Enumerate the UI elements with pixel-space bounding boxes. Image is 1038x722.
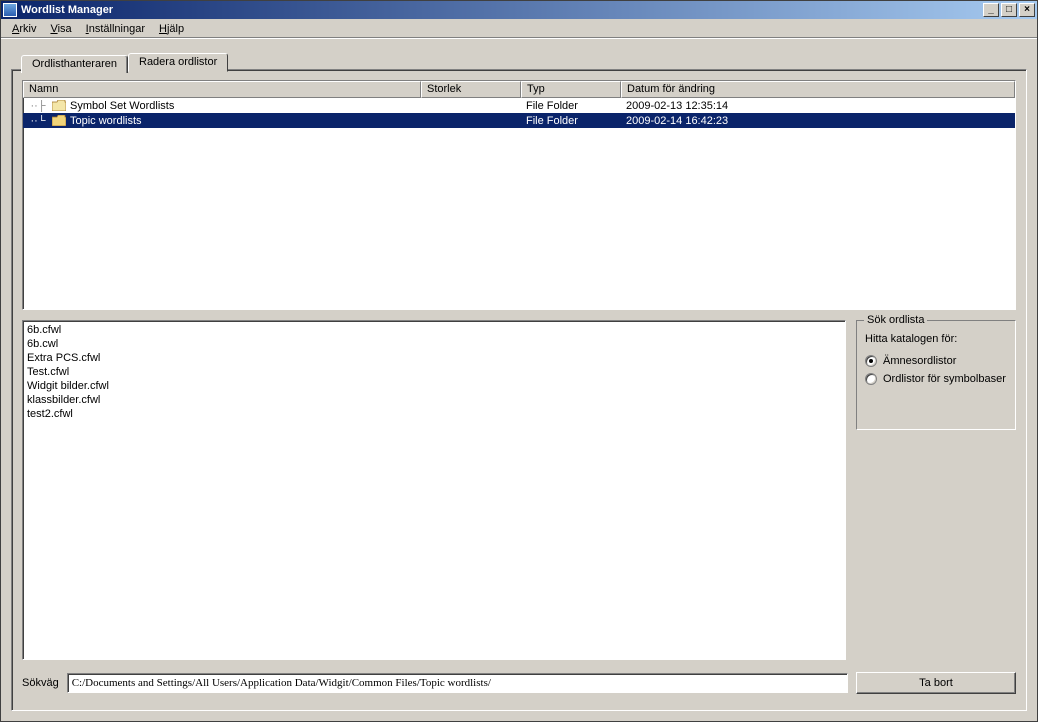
radio-label-1: Ämnesordlistor [883, 355, 956, 367]
maximize-button[interactable]: □ [1001, 3, 1017, 17]
menu-hjalp[interactable]: Hjälp [152, 21, 191, 37]
col-size[interactable]: Storlek [421, 81, 521, 98]
menu-arkiv[interactable]: Arkiv [5, 21, 43, 37]
bottom-row: Sökväg Ta bort [22, 672, 1016, 694]
folder-listview[interactable]: Namn Storlek Typ Datum för ändring ··├ Sy… [22, 80, 1016, 310]
folder-date: 2009-02-14 16:42:23 [621, 115, 1015, 127]
tab-panel: Namn Storlek Typ Datum för ändring ··├ Sy… [11, 69, 1027, 711]
search-label: Hitta katalogen för: [865, 333, 1007, 345]
tree-line: ··├ [28, 100, 48, 112]
col-name[interactable]: Namn [23, 81, 421, 98]
folder-row[interactable]: ··├ Symbol Set Wordlists File Folder2009-0… [23, 98, 1015, 113]
folder-name: Symbol Set Wordlists [70, 100, 174, 112]
app-icon [3, 3, 17, 17]
client-area: Ordlisthanteraren Radera ordlistor Namn … [1, 39, 1037, 721]
col-type[interactable]: Typ [521, 81, 621, 98]
listview-header: Namn Storlek Typ Datum för ändring [23, 81, 1015, 98]
folder-icon [52, 100, 66, 111]
search-groupbox: Sök ordlista Hitta katalogen för: Ämneso… [856, 320, 1016, 430]
listview-body: ··├ Symbol Set Wordlists File Folder2009-0… [23, 98, 1015, 128]
folder-type: File Folder [521, 100, 621, 112]
path-input[interactable] [67, 673, 848, 693]
file-item[interactable]: 6b.cwl [27, 337, 841, 351]
file-item[interactable]: Test.cfwl [27, 365, 841, 379]
menu-installningar[interactable]: Inställningar [79, 21, 152, 37]
titlebar: Wordlist Manager _ □ × [1, 1, 1037, 19]
menubar: Arkiv Visa Inställningar Hjälp [1, 19, 1037, 39]
tab-radera-ordlistor[interactable]: Radera ordlistor [128, 53, 228, 72]
window-title: Wordlist Manager [21, 4, 983, 16]
lower-section: 6b.cfwl6b.cwlExtra PCS.cfwlTest.cfwlWidg… [22, 320, 1016, 660]
tab-strip: Ordlisthanteraren Radera ordlistor [21, 53, 228, 71]
radio-symbolbaser[interactable]: Ordlistor för symbolbaser [865, 373, 1007, 385]
file-item[interactable]: Extra PCS.cfwl [27, 351, 841, 365]
app-window: Wordlist Manager _ □ × Arkiv Visa Instäl… [0, 0, 1038, 722]
folder-type: File Folder [521, 115, 621, 127]
folder-date: 2009-02-13 12:35:14 [621, 100, 1015, 112]
file-list[interactable]: 6b.cfwl6b.cwlExtra PCS.cfwlTest.cfwlWidg… [22, 320, 846, 660]
minimize-button[interactable]: _ [983, 3, 999, 17]
path-label: Sökväg [22, 677, 59, 689]
file-item[interactable]: 6b.cfwl [27, 323, 841, 337]
col-date[interactable]: Datum för ändring [621, 81, 1015, 98]
file-item[interactable]: test2.cfwl [27, 407, 841, 421]
folder-icon [52, 115, 66, 126]
groupbox-legend: Sök ordlista [864, 314, 927, 326]
tree-line: ··└ [28, 115, 48, 127]
radio-dot-icon [865, 373, 877, 385]
delete-button[interactable]: Ta bort [856, 672, 1016, 694]
file-item[interactable]: Widgit bilder.cfwl [27, 379, 841, 393]
menu-visa[interactable]: Visa [43, 21, 78, 37]
radio-dot-icon [865, 355, 877, 367]
tab-ordlisthanteraren[interactable]: Ordlisthanteraren [21, 55, 128, 73]
menu-arkiv-rest: rkiv [19, 23, 36, 35]
file-item[interactable]: klassbilder.cfwl [27, 393, 841, 407]
radio-amnesordlistor[interactable]: Ämnesordlistor [865, 355, 1007, 367]
folder-row[interactable]: ··└ Topic wordlists File Folder2009-02-14 … [23, 113, 1015, 128]
folder-name: Topic wordlists [70, 115, 142, 127]
close-button[interactable]: × [1019, 3, 1035, 17]
radio-label-2: Ordlistor för symbolbaser [883, 373, 1006, 385]
